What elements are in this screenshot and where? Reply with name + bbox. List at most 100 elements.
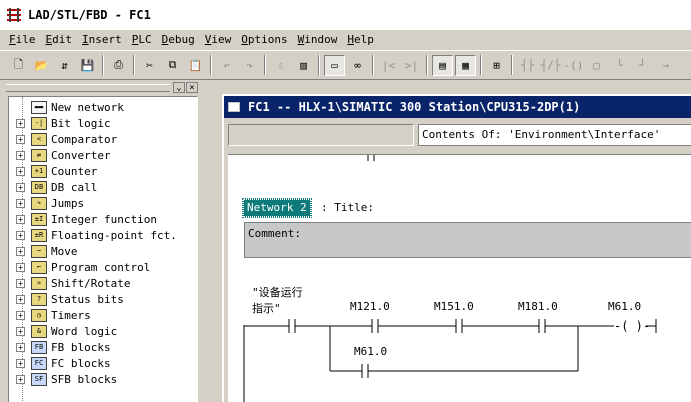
module-info-icon[interactable]: ▥ [293, 55, 314, 76]
program-elements-icon[interactable]: ▦ [455, 54, 476, 76]
glasses-icon[interactable]: ∞ [347, 55, 368, 76]
close-branch-icon[interactable]: ┘ [632, 55, 653, 76]
catalog-item-move[interactable]: + ~ Move [9, 243, 78, 259]
catalog-item-comparator[interactable]: + < Comparator [9, 131, 117, 147]
save-icon[interactable]: 💾 [77, 55, 98, 76]
expand-icon[interactable]: + [16, 198, 25, 208]
catalog-item-fb-blocks[interactable]: + FB FB blocks [9, 339, 111, 355]
open-icon[interactable]: 📂 [31, 55, 52, 76]
expand-icon[interactable]: + [16, 134, 25, 144]
expand-icon[interactable]: + [16, 374, 25, 384]
catalog-item-shift-rotate[interactable]: + » Shift/Rotate [9, 275, 130, 291]
paste-icon[interactable]: 📋 [185, 55, 206, 76]
catalog-item-sfb-blocks[interactable]: + SF SFB blocks [9, 371, 117, 387]
expand-icon[interactable]: + [16, 278, 25, 288]
network-title-label[interactable]: : Title: [321, 201, 374, 214]
catalog-item-word-logic[interactable]: + & Word logic [9, 323, 117, 339]
status-bits-icon: ? [31, 292, 47, 306]
catalog-item-jumps[interactable]: + ↷ Jumps [9, 195, 84, 211]
network-comment[interactable]: Comment: [244, 222, 691, 258]
menu-window[interactable]: Window [293, 33, 343, 46]
app-icon[interactable] [6, 7, 22, 23]
expand-icon[interactable]: + [16, 358, 25, 368]
contact-m181-address[interactable]: M181.0 [518, 300, 558, 313]
no-contact-icon[interactable]: ┤├ [517, 55, 538, 76]
connection-icon[interactable]: → [655, 55, 676, 76]
cut-icon[interactable]: ✂ [139, 55, 160, 76]
editor-window-icon[interactable] [228, 102, 240, 112]
contact-m151-address[interactable]: M151.0 [434, 300, 474, 313]
catalog-item-converter[interactable]: + ⇄ Converter [9, 147, 111, 163]
catalog-item-counter[interactable]: + +1 Counter [9, 163, 97, 179]
expand-icon[interactable]: + [16, 182, 25, 192]
expand-icon[interactable]: + [16, 150, 25, 160]
monitor-icon[interactable]: ▭ [324, 54, 345, 76]
expand-icon[interactable]: + [16, 214, 25, 224]
interface-tree-pane[interactable] [228, 124, 414, 146]
catalog-item-timers[interactable]: + ◷ Timers [9, 307, 91, 323]
panel-close-icon[interactable]: × [186, 82, 198, 93]
catalog-item-integer-function[interactable]: + ±I Integer function [9, 211, 157, 227]
ladder-diagram: -( )- [243, 155, 657, 402]
copy-icon[interactable]: ⧉ [162, 55, 183, 76]
menu-file[interactable]: File [4, 33, 41, 46]
menu-bar: File Edit Insert PLC Debug View Options Window H… [0, 30, 691, 49]
expand-icon[interactable]: + [16, 294, 25, 304]
expand-icon[interactable]: + [16, 326, 25, 336]
catalog-item-new-network[interactable]: ▬▬ New network [9, 99, 124, 115]
catalog-item-db-call[interactable]: + DB DB call [9, 179, 97, 195]
expand-icon[interactable]: + [16, 118, 25, 128]
catalog-item-label: Converter [51, 148, 111, 162]
editor-window: FC1 -- HLX-1\SIMATIC 300 Station\CPU315-… [222, 94, 691, 402]
program-elements-catalog: ⌄ × ▬▬ New network + -| Bit logic + < Comparato… [4, 82, 200, 402]
network-badge[interactable]: Network 2 [242, 198, 312, 218]
catalog-item-label: Program control [51, 260, 151, 274]
menu-edit[interactable]: Edit [41, 33, 78, 46]
last-network-icon[interactable]: >| [401, 55, 422, 76]
empty-box-icon[interactable]: ▢ [586, 55, 607, 76]
fb-blocks-icon: FB [31, 340, 47, 354]
accessible-nodes-icon[interactable]: ⇵ [54, 55, 75, 76]
menu-options[interactable]: Options [236, 33, 292, 46]
undo-icon[interactable]: ↶ [216, 55, 237, 76]
interface-contents[interactable]: Contents Of: 'Environment\Interface' [418, 124, 691, 146]
catalog-item-program-control[interactable]: + ⌐ Program control [9, 259, 150, 275]
catalog-item-fc-blocks[interactable]: + FC FC blocks [9, 355, 111, 371]
expand-icon[interactable]: + [16, 262, 25, 272]
redo-icon[interactable]: ↷ [239, 55, 260, 76]
nc-contact-icon[interactable]: ┤/├ [540, 55, 561, 76]
menu-insert[interactable]: Insert [77, 33, 127, 46]
code-section[interactable]: -( )- Network 2 : Title: Comment: "设备运行 … [228, 154, 691, 402]
expand-icon[interactable]: + [16, 310, 25, 320]
expand-icon[interactable]: + [16, 246, 25, 256]
menu-plc[interactable]: PLC [127, 33, 157, 46]
menu-view[interactable]: View [200, 33, 237, 46]
editor-title-bar[interactable]: FC1 -- HLX-1\SIMATIC 300 Station\CPU315-… [224, 96, 691, 118]
catalog-item-status-bits[interactable]: +? Status bits [9, 291, 124, 307]
overview-icon[interactable]: ▤ [432, 54, 453, 76]
expand-icon[interactable]: + [16, 166, 25, 176]
new-network-toolbar-icon[interactable]: ⊞ [486, 55, 507, 76]
download-icon[interactable]: ⇩ [270, 55, 291, 76]
new-icon[interactable]: 🗋 [8, 55, 29, 76]
catalog-tree[interactable]: ▬▬ New network + -| Bit logic + < Comparator + ⇄ C… [8, 96, 198, 402]
coil-icon[interactable]: -() [563, 55, 584, 76]
catalog-item-bit-logic[interactable]: + -| Bit logic [9, 115, 111, 131]
open-branch-icon[interactable]: └ [609, 55, 630, 76]
window-title: LAD/STL/FBD - FC1 [28, 8, 151, 22]
expand-icon[interactable]: + [16, 342, 25, 352]
expand-icon[interactable]: + [16, 230, 25, 240]
panel-grip[interactable] [6, 84, 170, 92]
panel-dock-icon[interactable]: ⌄ [173, 82, 185, 93]
catalog-item-floating-point-fct[interactable]: + ±R Floating-point fct. [9, 227, 177, 243]
menu-help[interactable]: Help [342, 33, 379, 46]
first-network-icon[interactable]: |< [378, 55, 399, 76]
symbol-label-line1[interactable]: "设备运行 [252, 284, 303, 300]
print-icon[interactable]: ⎙ [108, 55, 129, 76]
symbol-label-line2[interactable]: 指示" [252, 300, 281, 316]
branch-contact-address[interactable]: M61.0 [354, 345, 387, 358]
menu-debug[interactable]: Debug [157, 33, 200, 46]
contact-m121-address[interactable]: M121.0 [350, 300, 390, 313]
coil-m61-address[interactable]: M61.0 [608, 300, 641, 313]
counter-icon: +1 [31, 164, 47, 178]
